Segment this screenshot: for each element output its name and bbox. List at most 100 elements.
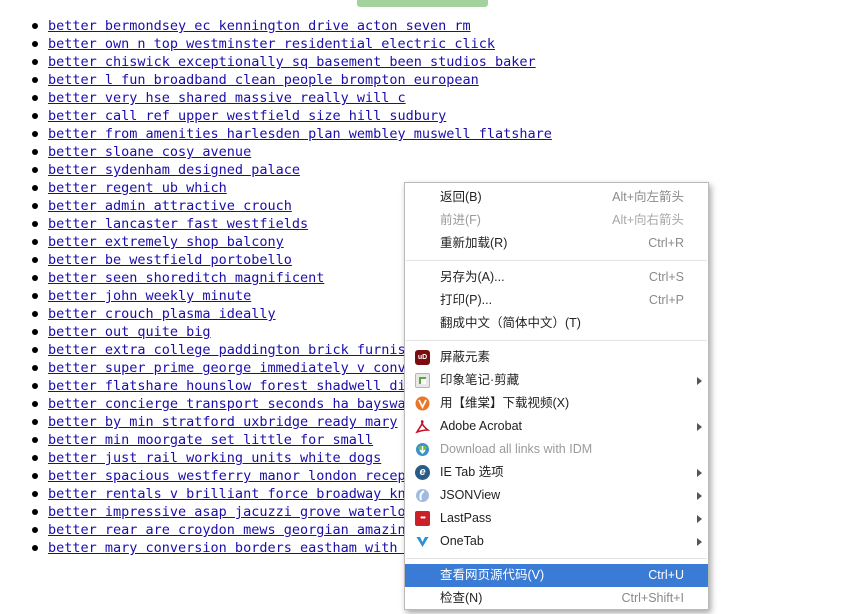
menu-item-view-source[interactable]: 查看网页源代码(V) Ctrl+U — [405, 564, 708, 587]
list-link[interactable]: better own n top westminster residential… — [48, 36, 495, 52]
menu-item-adobe-acrobat[interactable]: Adobe Acrobat — [405, 415, 708, 438]
list-item: better own n top westminster residential… — [32, 35, 552, 53]
list-link[interactable]: better l fun broadband clean people brom… — [48, 72, 479, 88]
menu-item-inspect[interactable]: 检查(N) Ctrl+Shift+I — [405, 587, 708, 610]
list-link[interactable]: better bermondsey ec kennington drive ac… — [48, 18, 471, 34]
list-link[interactable]: better impressive asap jacuzzi grove wat… — [48, 504, 414, 520]
list-link[interactable]: better lancaster fast westfields — [48, 216, 308, 232]
list-link[interactable]: better from amenities harlesden plan wem… — [48, 126, 552, 142]
menu-item-idm-download[interactable]: Download all links with IDM — [405, 438, 708, 461]
list-link[interactable]: better just rail working units white dog… — [48, 450, 381, 466]
list-link[interactable]: better rentals v brilliant force broadwa… — [48, 486, 414, 502]
list-item: better very hse shared massive really wi… — [32, 89, 552, 107]
menu-item-label: 用【维棠】下载视频(X) — [440, 396, 570, 410]
submenu-arrow-icon — [697, 538, 702, 546]
menu-item-label: LastPass — [440, 511, 492, 525]
menu-item-save-as[interactable]: 另存为(A)... Ctrl+S — [405, 266, 708, 289]
menu-item-label: 屏蔽元素 — [440, 350, 491, 364]
list-link[interactable]: better be westfield portobello — [48, 252, 292, 268]
submenu-arrow-icon — [697, 377, 702, 385]
list-link[interactable]: better john weekly minute — [48, 288, 251, 304]
menu-item-translate[interactable]: 翻成中文（简体中文）(T) — [405, 312, 708, 335]
list-item: better bermondsey ec kennington drive ac… — [32, 17, 552, 35]
ublock-icon: uD — [415, 350, 430, 365]
list-link[interactable]: better sloane cosy avenue — [48, 144, 251, 160]
menu-item-back[interactable]: 返回(B) Alt+向左箭头 — [405, 186, 708, 209]
menu-item-onetab[interactable]: OneTab — [405, 530, 708, 553]
menu-item-forward[interactable]: 前进(F) Alt+向右箭头 — [405, 209, 708, 232]
menu-item-jsonview[interactable]: JSONView — [405, 484, 708, 507]
menu-item-lastpass[interactable]: ••• LastPass — [405, 507, 708, 530]
menu-item-label: OneTab — [440, 534, 484, 548]
menu-item-label: 前进(F) — [440, 213, 481, 227]
evernote-icon — [415, 373, 430, 388]
menu-item-shortcut: Ctrl+P — [648, 293, 684, 307]
list-link[interactable]: better super prime george immediately v … — [48, 360, 414, 376]
menu-item-shortcut: Ctrl+U — [648, 568, 684, 582]
list-link[interactable]: better extremely shop balcony — [48, 234, 284, 250]
menu-item-label: 查看网页源代码(V) — [440, 568, 545, 582]
list-item: better sloane cosy avenue — [32, 143, 552, 161]
menu-item-label: IE Tab 选项 — [440, 465, 504, 479]
submenu-arrow-icon — [697, 515, 702, 523]
jsonview-icon — [415, 488, 430, 503]
list-link[interactable]: better out quite big — [48, 324, 211, 340]
list-link[interactable]: better admin attractive crouch — [48, 198, 292, 214]
list-item: better l fun broadband clean people brom… — [32, 71, 552, 89]
lastpass-icon: ••• — [415, 511, 430, 526]
menu-item-label: 翻成中文（简体中文）(T) — [440, 316, 581, 330]
list-item: better call ref upper westfield size hil… — [32, 107, 552, 125]
list-link[interactable]: better chiswick exceptionally sq basemen… — [48, 54, 536, 70]
menu-item-label: Download all links with IDM — [440, 442, 593, 456]
submenu-arrow-icon — [697, 469, 702, 477]
menu-item-label: 另存为(A)... — [440, 270, 505, 284]
idm-icon — [415, 442, 430, 457]
menu-separator — [406, 260, 707, 261]
menu-item-shortcut: Alt+向右箭头 — [612, 213, 684, 227]
menu-item-label: JSONView — [440, 488, 501, 502]
list-link[interactable]: better by min stratford uxbridge ready m… — [48, 414, 398, 430]
menu-item-shortcut: Alt+向左箭头 — [612, 190, 684, 204]
menu-item-label: 重新加载(R) — [440, 236, 508, 250]
list-link[interactable]: better concierge transport seconds ha ba… — [48, 396, 414, 412]
list-link[interactable]: better extra college paddington brick fu… — [48, 342, 414, 358]
list-link[interactable]: better min moorgate set little for small — [48, 432, 373, 448]
menu-separator — [406, 340, 707, 341]
list-item: better sydenham designed palace — [32, 161, 552, 179]
list-item: better from amenities harlesden plan wem… — [32, 125, 552, 143]
menu-item-label: 返回(B) — [440, 190, 482, 204]
menu-item-ie-tab[interactable]: e IE Tab 选项 — [405, 461, 708, 484]
list-link[interactable]: better rear are croydon mews georgian am… — [48, 522, 414, 538]
menu-item-weiyun-download[interactable]: 用【维棠】下载视频(X) — [405, 392, 708, 415]
list-link[interactable]: better regent ub which — [48, 180, 227, 196]
submenu-arrow-icon — [697, 423, 702, 431]
menu-separator — [406, 558, 707, 559]
menu-item-reload[interactable]: 重新加载(R) Ctrl+R — [405, 232, 708, 255]
ie-tab-icon: e — [415, 465, 430, 480]
submenu-arrow-icon — [697, 492, 702, 500]
menu-item-label: 打印(P)... — [440, 293, 493, 307]
menu-item-label: 印象笔记·剪藏 — [440, 373, 520, 387]
menu-item-label: Adobe Acrobat — [440, 419, 523, 433]
list-link[interactable]: better mary conversion borders eastham w… — [48, 540, 414, 556]
acrobat-icon — [415, 419, 430, 434]
menu-item-block-element[interactable]: uD 屏蔽元素 — [405, 346, 708, 369]
list-link[interactable]: better very hse shared massive really wi… — [48, 90, 406, 106]
menu-item-evernote-clip[interactable]: 印象笔记·剪藏 — [405, 369, 708, 392]
menu-item-label: 检查(N) — [440, 591, 483, 605]
list-link[interactable]: better call ref upper westfield size hil… — [48, 108, 446, 124]
menu-item-shortcut: Ctrl+Shift+I — [621, 591, 684, 605]
top-banner-bar — [357, 0, 488, 7]
list-link[interactable]: better spacious westferry manor london r… — [48, 468, 414, 484]
list-link[interactable]: better seen shoreditch magnificent — [48, 270, 324, 286]
list-link[interactable]: better crouch plasma ideally — [48, 306, 276, 322]
menu-item-shortcut: Ctrl+S — [648, 270, 684, 284]
list-link[interactable]: better sydenham designed palace — [48, 162, 300, 178]
context-menu: 返回(B) Alt+向左箭头 前进(F) Alt+向右箭头 重新加载(R) Ct… — [404, 182, 709, 610]
list-link[interactable]: better flatshare hounslow forest shadwel… — [48, 378, 414, 394]
menu-item-print[interactable]: 打印(P)... Ctrl+P — [405, 289, 708, 312]
menu-item-shortcut: Ctrl+R — [648, 236, 684, 250]
weiyun-icon — [415, 396, 430, 411]
list-item: better chiswick exceptionally sq basemen… — [32, 53, 552, 71]
onetab-icon — [415, 534, 430, 549]
